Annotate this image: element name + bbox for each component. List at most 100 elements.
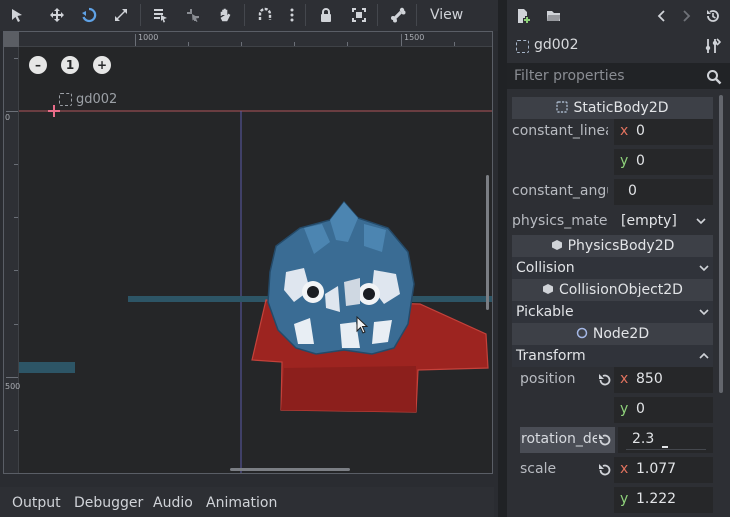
axis-x-label: x — [620, 461, 629, 477]
horizontal-scrollbar[interactable] — [230, 468, 350, 471]
zoom-reset-button[interactable]: 1 — [61, 56, 79, 74]
tab-output[interactable]: Output — [12, 487, 61, 517]
class-header-label: StaticBody2D — [573, 100, 669, 116]
chevron-up-icon — [699, 352, 709, 359]
rotate-icon — [82, 7, 97, 23]
scale-x-field[interactable]: x 1.077 — [614, 457, 713, 483]
node2d-icon — [576, 327, 588, 339]
rotation-label: rotation_de — [521, 431, 597, 447]
class-header-collisionobject2d[interactable]: CollisionObject2D — [512, 279, 713, 301]
physics-material-picker[interactable]: [empty] — [614, 209, 713, 235]
ruler-label-1500: 1500 — [404, 33, 425, 42]
chevron-right-icon — [683, 10, 691, 22]
class-header-node2d[interactable]: Node2D — [512, 323, 713, 345]
character-sprite — [267, 200, 415, 355]
filter-bar — [507, 63, 730, 89]
pan-icon — [220, 8, 231, 22]
chevron-down-icon — [699, 309, 709, 316]
rotation-grabber[interactable] — [662, 446, 668, 448]
position-x-field[interactable]: x 850 — [614, 367, 713, 393]
inspector-scrollbar[interactable] — [719, 95, 723, 393]
list-select-button[interactable] — [148, 4, 172, 26]
scale-y-field[interactable]: y 1.222 — [614, 487, 713, 513]
revert-icon[interactable] — [597, 462, 613, 478]
zoom-out-button[interactable]: – — [29, 56, 47, 74]
history-forward-button[interactable] — [676, 6, 696, 26]
section-transform[interactable]: Transform — [512, 345, 713, 367]
physics-body-icon — [551, 240, 562, 250]
rotation-slider-field[interactable]: 2.3 — [618, 427, 713, 453]
rotate-tool-button[interactable] — [77, 4, 101, 26]
panel-divider[interactable] — [498, 0, 507, 517]
tab-debugger[interactable]: Debugger — [74, 487, 143, 517]
section-pickable[interactable]: Pickable — [512, 301, 713, 323]
class-header-physicsbody2d[interactable]: PhysicsBody2D — [512, 235, 713, 257]
class-header-staticbody2d[interactable]: StaticBody2D — [512, 97, 713, 119]
vertical-scrollbar[interactable] — [486, 175, 489, 310]
physics-material-value: [empty] — [621, 213, 677, 229]
scale-tool-button[interactable] — [109, 4, 133, 26]
revert-icon[interactable] — [597, 372, 613, 388]
lock-button[interactable] — [314, 4, 338, 26]
revert-icon[interactable] — [597, 432, 613, 448]
ruler-vertical[interactable]: 0 500 — [4, 32, 21, 473]
history-list-button[interactable] — [703, 6, 723, 26]
bottom-panel: Output Debugger Audio Animation — [0, 487, 494, 517]
class-header-label: Node2D — [592, 326, 650, 342]
view-menu[interactable]: View — [422, 0, 471, 31]
constant-linear-x-value: 0 — [636, 123, 645, 139]
constant-linear-y-field[interactable]: y 0 — [614, 149, 713, 175]
rotation-slider-track — [626, 449, 706, 450]
filter-properties-input[interactable] — [514, 68, 704, 84]
chevron-left-icon — [657, 10, 665, 22]
zoom-in-button[interactable]: + — [93, 56, 111, 74]
ruler-label-0: 0 — [5, 113, 11, 122]
scale-label: scale — [520, 461, 557, 477]
move-tool-button[interactable] — [45, 4, 69, 26]
tab-animation[interactable]: Animation — [206, 487, 277, 517]
scale-icon — [115, 9, 127, 21]
new-resource-button[interactable] — [513, 6, 533, 26]
ruler-horizontal[interactable]: 1000 1500 — [4, 32, 492, 47]
tab-audio[interactable]: Audio — [153, 487, 193, 517]
inspector-panel: gd002 StaticBody2D constant_linea x 0 y … — [507, 0, 730, 517]
object-tools-button[interactable] — [703, 36, 723, 56]
lock-icon — [321, 8, 331, 22]
axis-y-label: y — [620, 401, 629, 417]
object-name: gd002 — [534, 37, 579, 53]
node-origin-marker — [48, 105, 60, 117]
constant-angular-label: constant_angu — [512, 183, 608, 199]
class-header-label: PhysicsBody2D — [567, 238, 675, 254]
position-y-field[interactable]: y 0 — [614, 397, 713, 423]
ruler-corner — [4, 32, 19, 47]
constant-angular-value: 0 — [628, 183, 637, 199]
property-list: StaticBody2D constant_linea x 0 y 0 cons… — [512, 95, 713, 517]
section-collision[interactable]: Collision — [512, 257, 713, 279]
canvas-viewport[interactable]: 1000 1500 0 500 – 1 + gd002 — [3, 31, 493, 474]
small-platform — [19, 362, 75, 373]
section-label: Pickable — [516, 304, 574, 320]
constant-linear-x-field[interactable]: x 0 — [614, 119, 713, 145]
canvas-toolbar: View — [0, 0, 498, 31]
ruler-label-500: 500 — [5, 382, 21, 391]
new-file-icon — [518, 9, 530, 23]
constant-angular-field[interactable]: 0 — [614, 179, 713, 205]
group-icon — [352, 8, 366, 22]
open-resource-button[interactable] — [544, 6, 564, 26]
static-body-icon — [556, 101, 569, 113]
group-button[interactable] — [347, 4, 371, 26]
select-tool-button[interactable] — [5, 4, 29, 26]
snap-icon — [258, 7, 272, 20]
search-icon — [707, 70, 722, 85]
axis-y-label: y — [620, 491, 629, 507]
pivot-tool-button[interactable] — [181, 4, 205, 26]
skeleton-button[interactable] — [386, 4, 410, 26]
pan-tool-button[interactable] — [213, 4, 237, 26]
scale-y-value: 1.222 — [636, 491, 677, 507]
position-label: position — [520, 371, 576, 387]
list-select-icon — [154, 9, 167, 23]
class-header-label: CollisionObject2D — [559, 282, 683, 298]
snap-toggle-button[interactable] — [253, 4, 277, 26]
history-back-button[interactable] — [652, 6, 672, 26]
snap-options-button[interactable] — [280, 4, 304, 26]
